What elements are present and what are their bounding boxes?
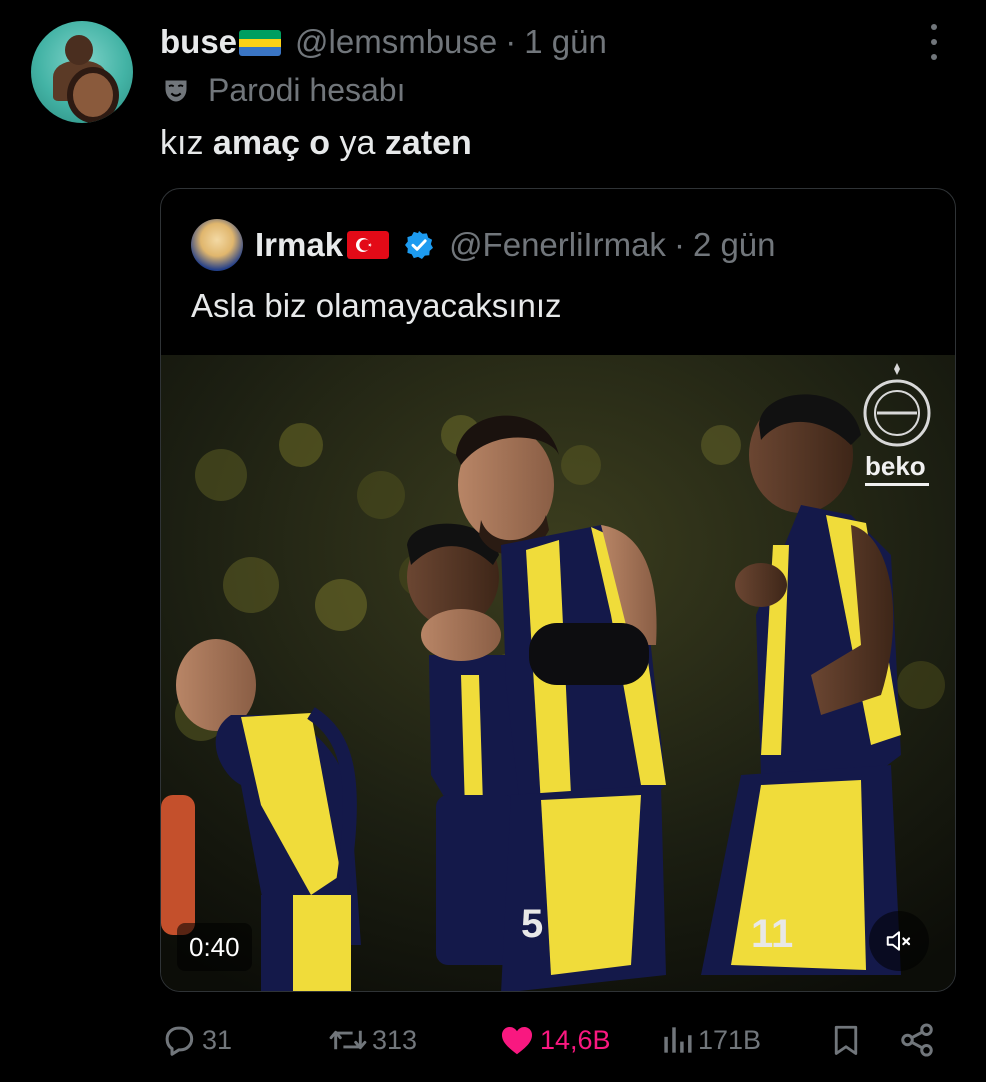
- quoted-author-name[interactable]: Irmak: [255, 226, 343, 264]
- verified-badge-icon: [405, 231, 434, 259]
- reply-icon: [165, 1026, 194, 1056]
- tweet-text-bold: zaten: [384, 124, 472, 162]
- tweet-time[interactable]: 1 gün: [524, 23, 607, 61]
- more-icon[interactable]: [926, 24, 942, 60]
- separator-dot: ·: [673, 226, 685, 263]
- like-button[interactable]: 14,6B: [498, 1012, 611, 1068]
- video-player[interactable]: 5 11 beko 0:40: [161, 355, 955, 991]
- views-button[interactable]: 171B: [660, 1012, 761, 1068]
- bookmark-icon: [834, 1025, 858, 1055]
- mute-icon: [886, 931, 911, 951]
- views-count: 171B: [698, 1024, 762, 1055]
- jersey-number: 11: [751, 912, 793, 956]
- like-count: 14,6B: [540, 1024, 611, 1055]
- quoted-author-handle[interactable]: @FenerliIrmak: [449, 226, 666, 264]
- beko-watermark: beko: [865, 451, 926, 481]
- separator-dot: ·: [505, 23, 517, 60]
- reply-button[interactable]: 31: [160, 1012, 232, 1068]
- retweet-icon: [329, 1030, 367, 1050]
- quoted-tweet-header: Irmak @FenerliIrmak · 2 gün: [255, 223, 776, 267]
- share-icon: [901, 1023, 933, 1057]
- avatar-face: [65, 35, 93, 65]
- quoted-tweet-time[interactable]: 2 gün: [693, 226, 776, 264]
- like-icon: [501, 1027, 533, 1055]
- parody-mask-icon: [165, 80, 187, 101]
- author-name[interactable]: buse: [160, 23, 237, 61]
- video-duration-badge: 0:40: [177, 923, 252, 971]
- bookmark-button[interactable]: [828, 1012, 864, 1068]
- tweet[interactable]: buse @lemsmbuse · 1 gün Parodi hesabı kı…: [0, 0, 986, 1082]
- avatar-face-2: [73, 73, 113, 117]
- share-button[interactable]: [898, 1012, 936, 1068]
- tweet-header: buse @lemsmbuse · 1 gün: [160, 22, 607, 62]
- gabon-flag-icon: [239, 30, 282, 56]
- jersey-number: 5: [521, 902, 543, 946]
- parody-label: Parodi hesabı: [208, 72, 406, 108]
- tweet-text-part: ya: [330, 124, 385, 162]
- retweet-count: 313: [372, 1024, 418, 1055]
- video-frame: 5 11 beko: [161, 355, 955, 991]
- author-avatar[interactable]: [31, 21, 133, 123]
- author-handle[interactable]: @lemsmbuse: [295, 23, 497, 61]
- tweet-text: kız amaç o ya zaten: [160, 124, 472, 163]
- quoted-tweet-text: Asla biz olamayacaksınız: [191, 287, 562, 324]
- tweet-text-bold: amaç o: [212, 124, 331, 162]
- parody-label-row: Parodi hesabı: [162, 72, 405, 109]
- retweet-button[interactable]: 313: [328, 1012, 417, 1068]
- reply-count: 31: [202, 1024, 233, 1055]
- quoted-tweet[interactable]: Irmak @FenerliIrmak · 2 gün Asla biz ola…: [160, 188, 956, 992]
- tweet-text-part: kız: [160, 124, 213, 162]
- tweet-actions: 31 313 14,6B 171B: [0, 1012, 986, 1068]
- turkey-flag-icon: [347, 231, 390, 259]
- mute-button[interactable]: [869, 911, 929, 971]
- views-icon: [664, 1027, 692, 1053]
- quoted-author-avatar[interactable]: [191, 219, 243, 271]
